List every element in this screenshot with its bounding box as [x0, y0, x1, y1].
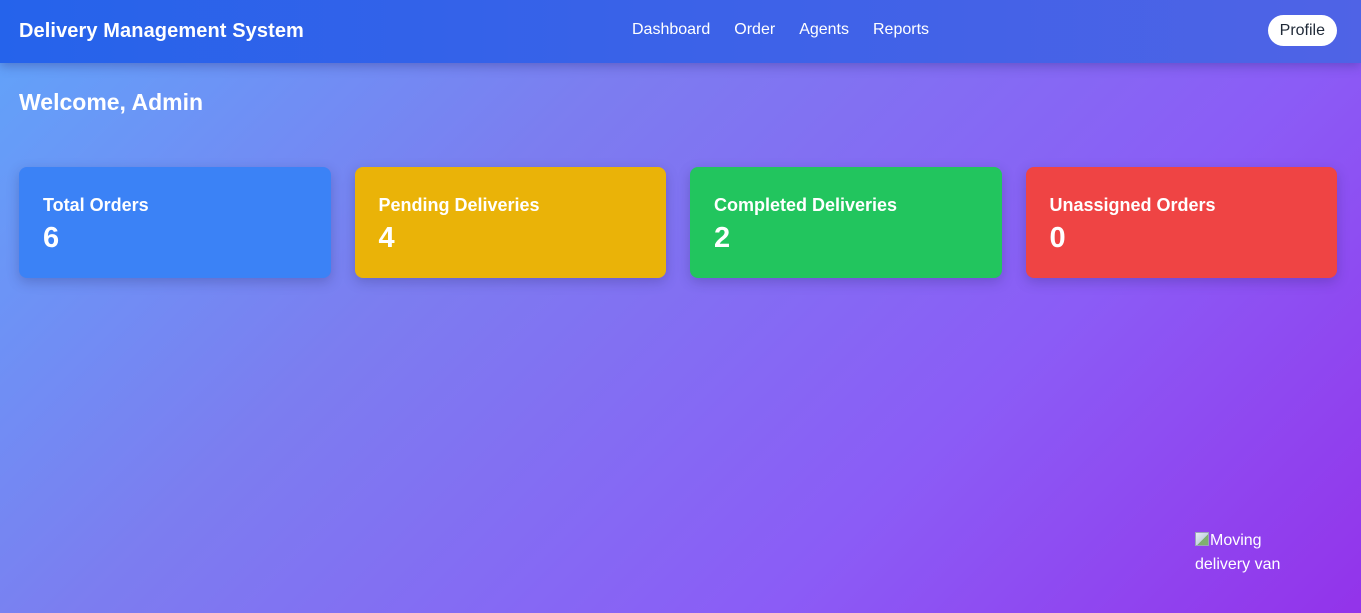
stat-value: 0 — [1049, 222, 1066, 254]
stat-card-pending-deliveries: Pending Deliveries 4 — [354, 167, 666, 278]
stat-card-unassigned-orders: Unassigned Orders 0 — [1025, 167, 1337, 278]
welcome-heading: Welcome, Admin — [19, 89, 204, 115]
stat-value: 2 — [714, 222, 731, 254]
stat-label: Unassigned Orders — [1049, 195, 1216, 215]
stat-card-completed-deliveries: Completed Deliveries 2 — [690, 167, 1002, 278]
profile-button[interactable]: Profile — [1267, 15, 1337, 46]
stat-label: Completed Deliveries — [714, 195, 898, 215]
stat-label: Total Orders — [43, 195, 149, 215]
stat-label: Pending Deliveries — [378, 195, 540, 215]
stat-value: 6 — [43, 222, 60, 254]
nav-reports[interactable]: Reports — [873, 21, 929, 39]
delivery-van-image: Moving delivery van — [1195, 529, 1305, 577]
nav-dashboard[interactable]: Dashboard — [632, 21, 710, 39]
broken-image-icon — [1195, 532, 1209, 546]
main-nav: Dashboard Order Agents Reports — [632, 21, 929, 39]
stats-cards: Total Orders 6 Pending Deliveries 4 Comp… — [19, 167, 1337, 278]
app-title: Delivery Management System — [19, 20, 304, 42]
nav-agents[interactable]: Agents — [799, 21, 849, 39]
top-navbar: Delivery Management System Dashboard Ord… — [0, 0, 1361, 63]
nav-order[interactable]: Order — [734, 21, 775, 39]
stat-card-total-orders: Total Orders 6 — [19, 167, 331, 278]
stat-value: 4 — [378, 222, 395, 254]
